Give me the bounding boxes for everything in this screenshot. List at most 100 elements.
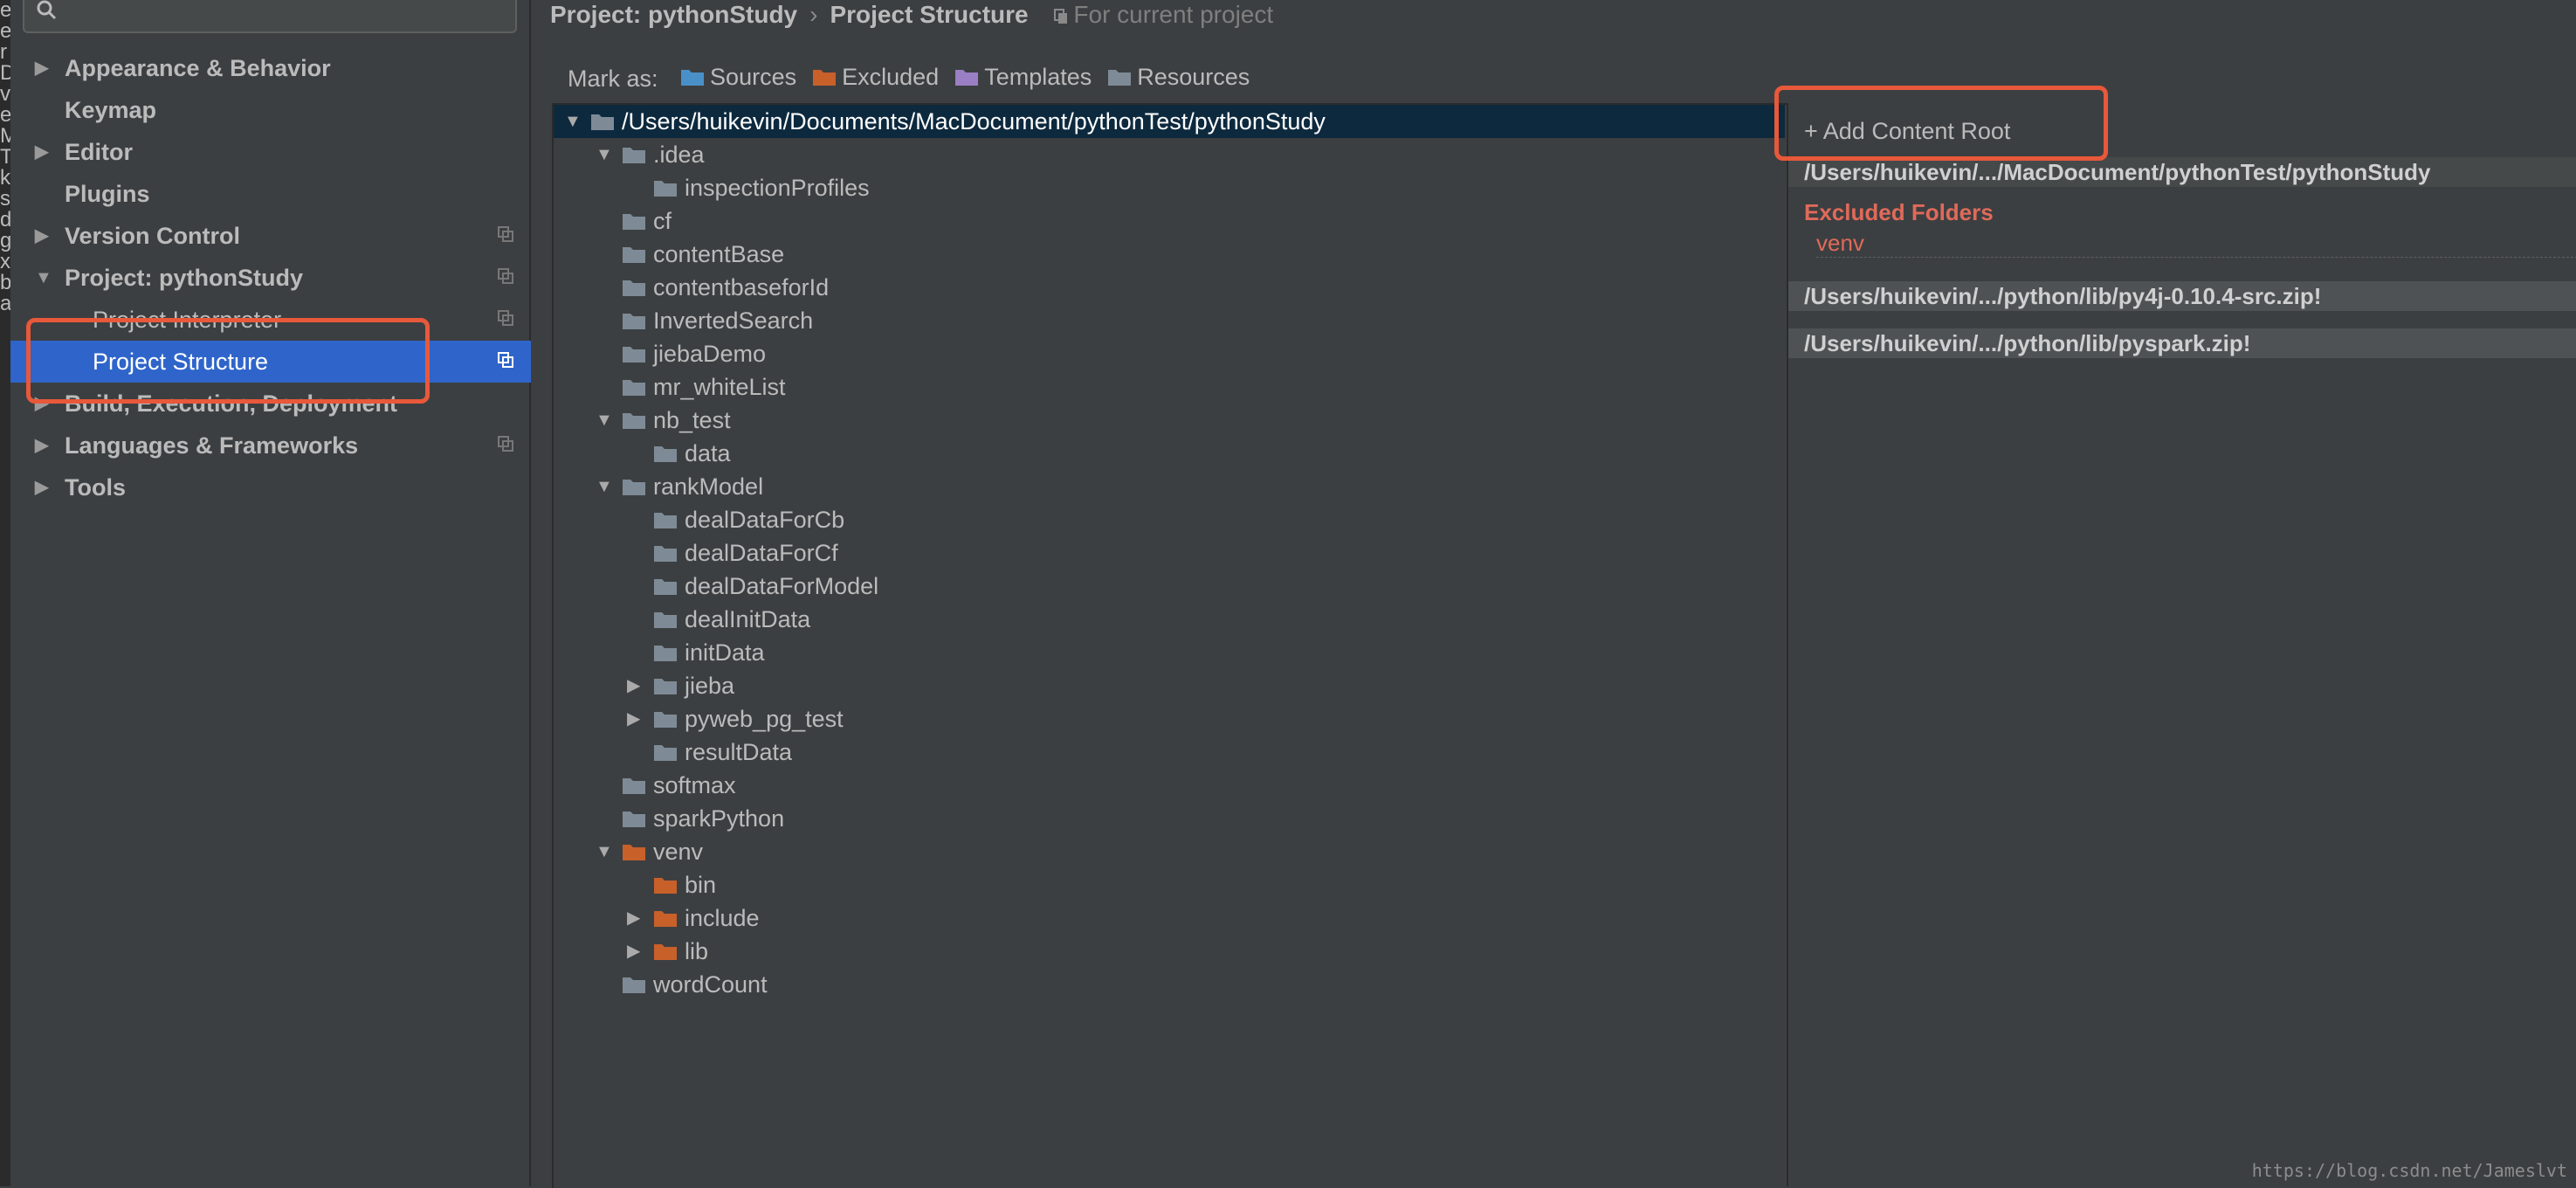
sidebar-item-project-pythonstudy[interactable]: ▼ Project: pythonStudy (10, 257, 531, 299)
clipped-char: b (0, 273, 10, 294)
sidebar-item-languages-frameworks[interactable]: ▶ Languages & Frameworks (10, 425, 531, 466)
folder-icon (654, 679, 677, 694)
tree-row[interactable]: cf (554, 204, 1785, 238)
sidebar-item-plugins[interactable]: Plugins (10, 173, 531, 215)
tree-row[interactable]: bin (554, 868, 1785, 901)
mark-as-sources-button[interactable]: Sources (680, 59, 796, 94)
tree-row-label: nb_test (653, 407, 731, 433)
tree-row[interactable]: dealDataForModel (554, 570, 1785, 603)
folder-icon (623, 812, 645, 827)
tree-row-label: dealDataForCb (685, 507, 845, 533)
collapse-arrow-icon[interactable]: ▶ (35, 131, 48, 173)
tree-row[interactable]: softmax (554, 769, 1785, 802)
expand-arrow-icon[interactable]: ▼ (596, 404, 613, 437)
folder-icon (623, 314, 645, 329)
tree-row[interactable]: ▼ venv (554, 835, 1785, 868)
settings-sidebar: ▶ Appearance & Behavior Keymap ▶ Editor Plugi… (10, 0, 531, 1186)
content-root-header[interactable]: /Users/huikevin/.../MacDocument/pythonTe… (1788, 157, 2576, 187)
tree-row[interactable]: ▶ jieba (554, 669, 1785, 702)
tree-row-label: dealInitData (685, 606, 811, 632)
tree-row-label: contentbaseforId (653, 274, 830, 300)
folder-icon (623, 845, 645, 860)
folder-icon (654, 745, 677, 761)
tree-row[interactable]: dealDataForCf (554, 536, 1785, 570)
tree-row[interactable]: ▶ include (554, 901, 1785, 935)
tree-row[interactable]: contentBase (554, 238, 1785, 271)
mark-as-option-label: Excluded (842, 64, 940, 90)
folder-icon (654, 546, 677, 562)
sidebar-item-version-control[interactable]: ▶ Version Control (10, 215, 531, 257)
tree-row[interactable]: ▶ lib (554, 935, 1785, 968)
folder-icon (654, 513, 677, 528)
project-level-icon (498, 226, 513, 242)
tree-row[interactable]: dealDataForCb (554, 503, 1785, 536)
tree-row[interactable]: ▼ .idea (554, 138, 1785, 171)
tree-row[interactable]: contentbaseforId (554, 271, 1785, 304)
sidebar-item-editor[interactable]: ▶ Editor (10, 131, 531, 173)
tree-row[interactable]: resultData (554, 736, 1785, 769)
settings-search-field[interactable] (23, 0, 517, 33)
mark-as-templates-button[interactable]: Templates (954, 59, 1092, 94)
tree-row-label: dealDataForModel (685, 573, 879, 599)
tree-row[interactable]: inspectionProfiles (554, 171, 1785, 204)
tree-row[interactable]: data (554, 437, 1785, 470)
mark-as-resources-button[interactable]: Resources (1107, 59, 1250, 94)
tree-row[interactable]: jiebaDemo (554, 337, 1785, 370)
annotation-highlight-box (26, 318, 430, 404)
tree-row-label: venv (653, 839, 704, 865)
mark-as-toolbar: Mark as: Sources Excluded Templates Resourc… (568, 59, 1250, 94)
tree-row[interactable]: ▶ pyweb_pg_test (554, 702, 1785, 736)
clipped-char: s (0, 189, 10, 210)
collapse-arrow-icon[interactable]: ▶ (627, 702, 644, 736)
collapse-arrow-icon[interactable]: ▶ (627, 669, 644, 702)
scope-label: For current project (1073, 1, 1274, 28)
tree-row[interactable]: initData (554, 636, 1785, 669)
sidebar-item-keymap[interactable]: Keymap (10, 89, 531, 131)
collapse-arrow-icon[interactable]: ▶ (35, 425, 48, 466)
collapse-arrow-icon[interactable]: ▶ (627, 901, 644, 935)
folder-icon (623, 214, 645, 230)
excluded-folder-icon (813, 70, 837, 86)
tree-row[interactable]: ▼ nb_test (554, 404, 1785, 437)
tree-row[interactable]: ▼ /Users/huikevin/Documents/MacDocument/p… (554, 105, 1785, 138)
folder-icon (654, 944, 677, 960)
tree-row[interactable]: sparkPython (554, 802, 1785, 835)
expand-arrow-icon[interactable]: ▼ (596, 470, 613, 503)
content-root-header[interactable]: /Users/huikevin/.../python/lib/py4j-0.10… (1788, 281, 2576, 311)
expand-arrow-icon[interactable]: ▼ (35, 257, 52, 299)
breadcrumb-project: Project: pythonStudy (550, 1, 798, 28)
mark-as-option-label: Sources (710, 64, 797, 90)
clipped-char: x (0, 252, 10, 273)
excluded-folders-title: Excluded Folders (1804, 199, 1994, 225)
collapse-arrow-icon[interactable]: ▶ (627, 935, 644, 968)
breadcrumb-separator: › (809, 1, 818, 28)
expand-arrow-icon[interactable]: ▼ (596, 835, 613, 868)
tree-row-label: rankModel (653, 473, 764, 500)
content-root-tree[interactable]: ▼ /Users/huikevin/Documents/MacDocument/p… (552, 103, 1787, 1188)
collapse-arrow-icon[interactable]: ▶ (35, 215, 48, 257)
mark-as-option-label: Resources (1137, 64, 1250, 90)
sidebar-item-tools[interactable]: ▶ Tools (10, 466, 531, 508)
folder-icon (591, 114, 614, 130)
clipped-char: a (0, 294, 10, 314)
mark-as-excluded-button[interactable]: Excluded (812, 59, 939, 94)
resources-folder-icon (1108, 70, 1132, 86)
search-icon (37, 0, 57, 20)
tree-row-label: wordCount (653, 971, 768, 998)
tree-row[interactable]: ▼ rankModel (554, 470, 1785, 503)
content-root-header[interactable]: /Users/huikevin/.../python/lib/pyspark.z… (1788, 328, 2576, 358)
excluded-folder-item[interactable]: venv (1816, 229, 2576, 258)
expand-arrow-icon[interactable]: ▼ (564, 105, 582, 138)
clipped-char: k (0, 168, 10, 189)
collapse-arrow-icon[interactable]: ▶ (35, 47, 48, 89)
clipped-char: e (0, 105, 10, 126)
collapse-arrow-icon[interactable]: ▶ (35, 466, 48, 508)
tree-row[interactable]: dealInitData (554, 603, 1785, 636)
tree-row[interactable]: InvertedSearch (554, 304, 1785, 337)
clipped-char: v (0, 84, 10, 105)
expand-arrow-icon[interactable]: ▼ (596, 138, 613, 171)
sidebar-item-appearance-behavior[interactable]: ▶ Appearance & Behavior (10, 47, 531, 89)
tree-row[interactable]: wordCount (554, 968, 1785, 1001)
tree-row[interactable]: mr_whiteList (554, 370, 1785, 404)
project-level-icon (498, 268, 513, 284)
